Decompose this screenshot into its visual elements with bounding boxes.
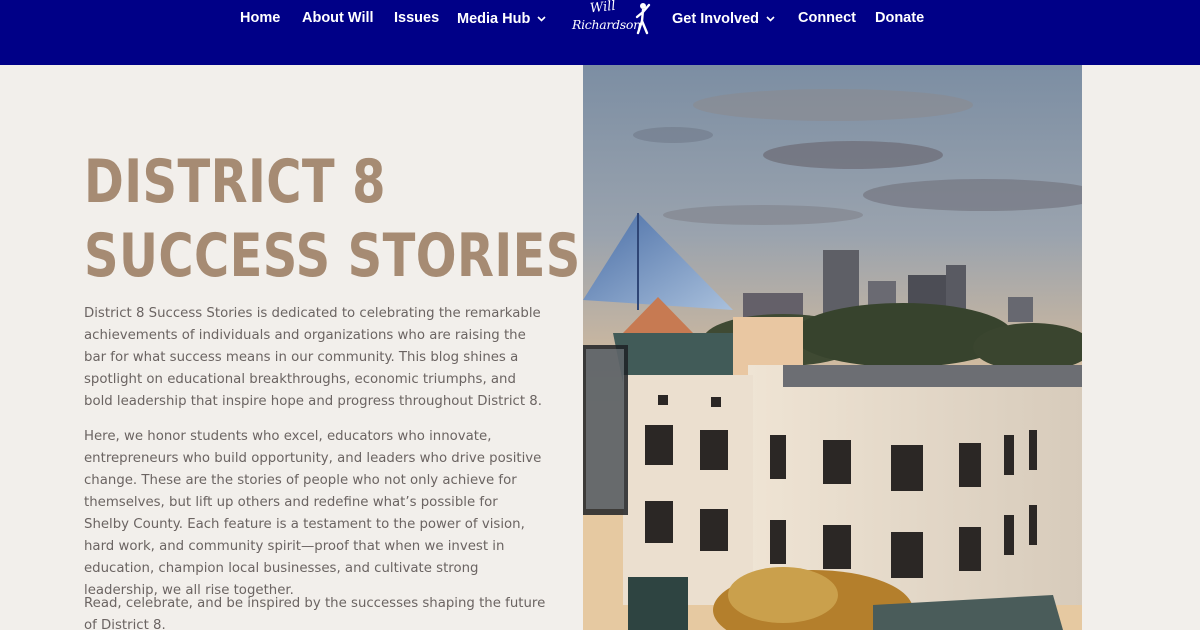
- page-title-line-2: SUCCESS STORIES: [84, 221, 581, 291]
- will-richardson-logo[interactable]: Will Richardson: [568, 0, 658, 40]
- chevron-down-icon: [766, 10, 775, 26]
- nav-get-involved-label: Get Involved: [672, 11, 760, 27]
- intro-paragraph-2: Here, we honor students who excel, educa…: [84, 429, 542, 598]
- nav-issues[interactable]: Issues: [394, 10, 439, 26]
- logo-text-richardson: Richardson: [572, 17, 641, 32]
- nav-get-involved[interactable]: Get Involved: [672, 10, 775, 27]
- chevron-down-icon: [537, 10, 546, 26]
- intro-paragraph-1: District 8 Success Stories is dedicated …: [84, 306, 542, 409]
- page-title-line-1: DISTRICT 8: [84, 147, 386, 217]
- nav-about-will[interactable]: About Will: [302, 10, 374, 26]
- page-title: DISTRICT 8 SUCCESS STORIES: [84, 145, 581, 293]
- nav-media-hub[interactable]: Media Hub: [457, 10, 546, 27]
- nav-home[interactable]: Home: [240, 10, 280, 26]
- nav-donate[interactable]: Donate: [875, 10, 924, 26]
- logo-text-will: Will: [589, 0, 617, 17]
- walking-figure-icon: [635, 3, 651, 35]
- intro-paragraph-3: Read, celebrate, and be inspired by the …: [84, 596, 546, 630]
- hero-photo-memphis-skyline: [583, 65, 1082, 630]
- nav-connect[interactable]: Connect: [798, 10, 856, 26]
- nav-media-hub-label: Media Hub: [457, 11, 531, 27]
- top-navigation-bar: Home About Will Issues Media Hub Will Ri…: [0, 0, 1200, 65]
